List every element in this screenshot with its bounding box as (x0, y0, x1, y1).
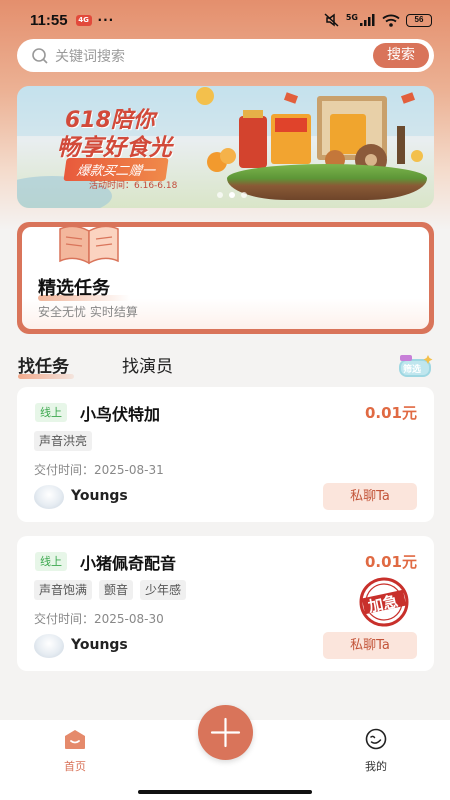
task-title: 小猪佩奇配音 (80, 554, 177, 573)
tab-find-tasks[interactable]: 找任务 (18, 352, 69, 377)
task-tag: 少年感 (140, 580, 187, 600)
status-time: 11:55 (30, 11, 68, 29)
urgent-stamp: 加急 (358, 576, 410, 628)
avatar[interactable] (34, 485, 64, 509)
task-tags: 声音洪亮 (34, 431, 93, 451)
nav-mine[interactable]: 我的 (356, 728, 396, 774)
search-input[interactable]: 关键词搜索 (55, 46, 125, 66)
banner-date: 活动时间：6.16-6.18 (89, 181, 178, 191)
book-icon (59, 225, 119, 265)
task-tag: 声音洪亮 (34, 431, 93, 451)
search-icon (32, 47, 48, 64)
task-user-name[interactable]: Youngs (71, 637, 128, 653)
feature-subtitle: 安全无忧 实时结算 (38, 305, 138, 319)
task-tag: 声音饱满 (34, 580, 93, 600)
app-badge-icon: 4G (75, 14, 92, 26)
private-chat-button[interactable]: 私聊Ta (323, 483, 417, 510)
online-tag: 线上 (35, 403, 67, 422)
banner-subtitle: 畅享好食光 (57, 135, 172, 161)
task-user-name[interactable]: Youngs (71, 488, 128, 504)
banner-island (227, 164, 427, 200)
banner-pagination[interactable] (217, 192, 247, 198)
tab-find-actors[interactable]: 找演员 (122, 352, 173, 377)
search-button[interactable]: 搜索 (373, 43, 429, 68)
nav-home-label: 首页 (64, 760, 86, 773)
private-chat-button[interactable]: 私聊Ta (323, 632, 417, 659)
promo-banner[interactable]: 618陪你 畅享好食光 爆款买二赠一 活动时间：6.16-6.18 (17, 86, 434, 208)
wifi-icon (382, 14, 400, 27)
nav-mine-label: 我的 (365, 760, 387, 773)
task-title: 小鸟伏特加 (80, 405, 161, 424)
add-task-button[interactable] (198, 705, 253, 760)
home-icon (65, 730, 85, 749)
feature-title: 精选任务 (38, 278, 110, 299)
task-deliver-date: 交付时间：2025-08-31 (34, 463, 164, 477)
search-bar[interactable]: 关键词搜索 搜索 (17, 39, 434, 72)
battery-icon: 56 (406, 13, 432, 27)
featured-tasks-card[interactable]: 精选任务 安全无忧 实时结算 (17, 222, 434, 334)
task-tags: 声音饱满 颤音 少年感 (34, 580, 187, 600)
smile-face-icon (365, 728, 387, 750)
banner-dot[interactable] (217, 192, 223, 198)
task-price: 0.01元 (364, 553, 417, 571)
network-label: 5G (345, 13, 358, 22)
signal-icon (360, 14, 375, 26)
banner-dot[interactable] (241, 192, 247, 198)
filter-label: 筛选 (403, 365, 422, 375)
plus-icon (210, 717, 241, 748)
more-notifications-icon: ··· (97, 13, 115, 27)
status-bar: 11:55 4G ··· 5G 56 (0, 0, 450, 40)
nav-home[interactable]: 首页 (55, 728, 95, 774)
bottom-nav: 首页 我的 (0, 705, 450, 800)
status-icons: 5G 56 (324, 13, 432, 27)
filter-button[interactable]: 筛选 (396, 353, 434, 379)
task-card[interactable]: 线上 小猪佩奇配音 0.01元 声音饱满 颤音 少年感 交付时间：2025-08… (17, 536, 434, 671)
banner-dot-active[interactable] (229, 192, 235, 198)
avatar[interactable] (34, 634, 64, 658)
online-tag: 线上 (35, 552, 67, 571)
task-tag: 颤音 (99, 580, 134, 600)
task-deliver-date: 交付时间：2025-08-30 (34, 612, 164, 626)
home-indicator (138, 790, 312, 794)
task-card[interactable]: 线上 小鸟伏特加 0.01元 声音洪亮 交付时间：2025-08-31 Youn… (17, 387, 434, 522)
featured-tasks-inner: 精选任务 安全无忧 实时结算 (22, 225, 429, 329)
task-price: 0.01元 (364, 404, 417, 422)
mute-icon (324, 13, 339, 27)
